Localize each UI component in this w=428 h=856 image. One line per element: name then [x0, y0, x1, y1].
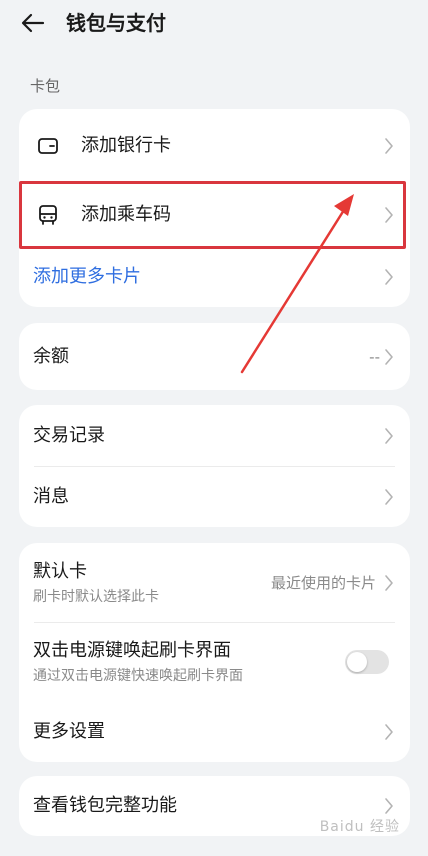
more-settings-row[interactable]: 更多设置 [19, 701, 410, 762]
records-group: 交易记录 消息 [19, 405, 410, 527]
bus-icon [39, 205, 57, 225]
toggle-knob [347, 652, 367, 672]
watermark: Baidu 经验 [319, 819, 400, 835]
chevron-right-icon [385, 348, 393, 365]
chevron-right-icon [385, 269, 393, 285]
add-transit-code-label: 添加乘车码 [81, 204, 171, 225]
full-features-label: 查看钱包完整功能 [33, 795, 177, 816]
app-header: 钱包与支付 [0, 0, 428, 46]
transaction-records-row[interactable]: 交易记录 [19, 405, 410, 467]
default-card-value: 最近使用的卡片 [270, 574, 376, 592]
chevron-right-icon [385, 138, 393, 154]
default-card-label: 默认卡 [33, 561, 87, 582]
chevron-right-icon [385, 428, 393, 444]
double-click-row[interactable]: 双击电源键唤起刷卡界面 通过双击电源键快速唤起刷卡界面 [19, 623, 410, 701]
page-title: 钱包与支付 [66, 11, 166, 35]
messages-row[interactable]: 消息 [19, 467, 410, 527]
double-click-text: 双击电源键唤起刷卡界面 通过双击电源键快速唤起刷卡界面 [33, 639, 243, 685]
chevron-right-icon [385, 798, 393, 814]
add-more-cards-row[interactable]: 添加更多卡片 [19, 247, 410, 307]
transaction-records-label: 交易记录 [33, 425, 105, 446]
back-button[interactable] [16, 8, 50, 38]
balance-value: -- [369, 347, 380, 366]
chevron-right-icon [385, 207, 393, 223]
balance-group: 余额 -- [19, 323, 410, 390]
balance-label: 余额 [33, 345, 69, 367]
add-bank-card-row[interactable]: 添加银行卡 [19, 109, 410, 183]
card-package-group: 添加银行卡 添加乘车码 添加更多卡片 [19, 109, 410, 307]
add-transit-code-row[interactable]: 添加乘车码 [19, 183, 410, 247]
default-card-row[interactable]: 默认卡 刷卡时默认选择此卡 最近使用的卡片 [19, 543, 410, 623]
default-card-subtitle: 刷卡时默认选择此卡 [33, 589, 159, 605]
chevron-right-icon [385, 723, 393, 740]
chevron-right-icon [385, 489, 393, 505]
card-section-label: 卡包 [30, 77, 61, 95]
chevron-right-icon [385, 575, 393, 591]
double-click-toggle[interactable] [345, 650, 389, 674]
settings-group: 默认卡 刷卡时默认选择此卡 最近使用的卡片 双击电源键唤起刷卡界面 通过双击电源… [19, 543, 410, 762]
add-more-cards-link[interactable]: 添加更多卡片 [33, 265, 141, 289]
balance-row[interactable]: 余额 -- [19, 323, 410, 390]
messages-label: 消息 [33, 486, 69, 507]
more-settings-label: 更多设置 [33, 720, 105, 742]
double-click-subtitle: 通过双击电源键快速唤起刷卡界面 [33, 668, 243, 684]
double-click-label: 双击电源键唤起刷卡界面 [33, 640, 231, 661]
bank-card-icon [38, 138, 58, 154]
back-arrow-icon [21, 13, 45, 33]
add-bank-card-label: 添加银行卡 [81, 135, 171, 156]
default-card-text: 默认卡 刷卡时默认选择此卡 [33, 560, 159, 606]
